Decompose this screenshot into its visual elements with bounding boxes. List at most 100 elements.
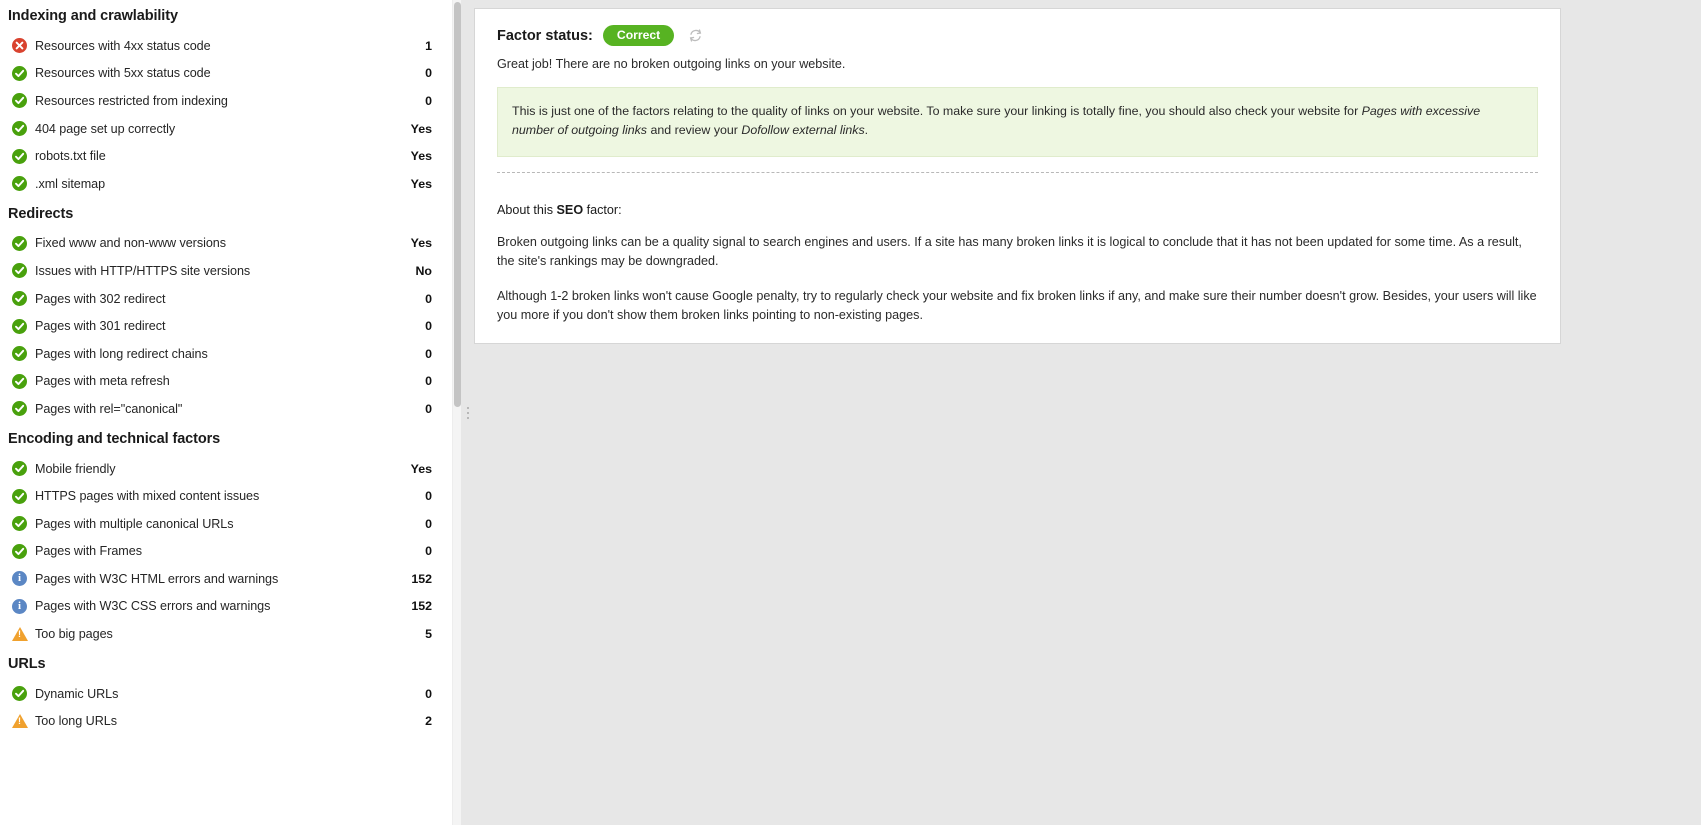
factor-label: Pages with meta refresh	[35, 374, 170, 389]
factor-group: Redirects Fixed www and non-www versions Y…	[0, 198, 452, 423]
factor-group-header: Redirects	[0, 198, 452, 230]
about-title-prefix: About this	[497, 202, 557, 217]
note-link-dofollow-external-links[interactable]: Dofollow external links	[741, 123, 864, 137]
factor-value: 152	[411, 571, 432, 586]
factor-label: Resources restricted from indexing	[35, 93, 228, 108]
factor-label: Pages with W3C HTML errors and warnings	[35, 571, 279, 586]
factor-status-icon	[11, 92, 28, 109]
factor-status-icon	[11, 290, 28, 307]
info-icon	[12, 598, 27, 614]
check-icon	[12, 263, 27, 279]
factor-label: Pages with multiple canonical URLs	[35, 516, 234, 531]
factor-label: Dynamic URLs	[35, 686, 119, 701]
factor-row[interactable]: Pages with W3C CSS errors and warnings 15…	[0, 593, 452, 621]
factor-label: Fixed www and non-www versions	[35, 236, 226, 251]
factor-group-title: Redirects	[8, 205, 74, 222]
factor-note-box: This is just one of the factors relating…	[497, 87, 1538, 157]
factor-row[interactable]: Pages with Frames 0	[0, 538, 452, 566]
factor-status-icon	[11, 148, 28, 165]
factor-group: URLs Dynamic URLs 0 Too long URLs 2	[0, 648, 452, 735]
factor-group-title: Encoding and technical factors	[8, 430, 221, 447]
sidebar-scrollbar-thumb[interactable]	[454, 2, 461, 407]
factor-value: 0	[425, 66, 432, 81]
factor-status-icon	[11, 515, 28, 532]
factor-label: Pages with W3C CSS errors and warnings	[35, 599, 271, 614]
factor-group: Indexing and crawlability Resources with …	[0, 0, 452, 198]
factor-status-icon	[11, 626, 28, 643]
factor-status-icon	[11, 175, 28, 192]
factor-group-title: Indexing and crawlability	[8, 8, 178, 24]
factor-label: .xml sitemap	[35, 176, 106, 191]
panel-splitter[interactable]	[461, 0, 474, 825]
factor-label: Pages with long redirect chains	[35, 346, 208, 361]
factor-group-header: Encoding and technical factors	[0, 423, 452, 455]
about-paragraph-2: Although 1-2 broken links won't cause Go…	[497, 288, 1537, 323]
about-title-suffix: factor:	[583, 202, 622, 217]
factor-detail-card: Factor status: Correct Great job! There …	[474, 8, 1561, 345]
factor-row[interactable]: Too long URLs 2	[0, 707, 452, 735]
note-text-part-1: This is just one of the factors relating…	[512, 104, 1362, 119]
factor-row[interactable]: Resources with 5xx status code 0	[0, 60, 452, 88]
factor-group-title: URLs	[8, 655, 46, 672]
factor-label: Pages with Frames	[35, 544, 142, 559]
factor-label: robots.txt file	[35, 149, 106, 164]
factor-row[interactable]: Pages with long redirect chains 0	[0, 340, 452, 368]
check-icon	[12, 235, 27, 251]
check-icon	[12, 346, 27, 362]
factor-value: 0	[425, 686, 432, 701]
factor-status-icon	[11, 488, 28, 505]
factor-group-header: URLs	[0, 648, 452, 680]
factor-value: Yes	[410, 236, 432, 251]
factor-status-icon	[11, 373, 28, 390]
factor-row[interactable]: Pages with 302 redirect 0	[0, 285, 452, 313]
factor-status-icon	[11, 235, 28, 252]
factor-row[interactable]: Resources with 4xx status code 1	[0, 32, 452, 60]
refresh-icon[interactable]	[688, 28, 703, 43]
factor-value: Yes	[410, 121, 432, 136]
factor-label: Too big pages	[35, 627, 113, 642]
factor-row[interactable]: Pages with rel="canonical" 0	[0, 395, 452, 423]
check-icon	[12, 373, 27, 389]
factor-row[interactable]: Pages with W3C HTML errors and warnings 1…	[0, 565, 452, 593]
factor-row[interactable]: Fixed www and non-www versions Yes	[0, 230, 452, 258]
factor-row[interactable]: Pages with 301 redirect 0	[0, 312, 452, 340]
factor-label: Resources with 5xx status code	[35, 66, 211, 81]
factor-label: Pages with 301 redirect	[35, 319, 166, 334]
factor-row[interactable]: .xml sitemap Yes	[0, 170, 452, 198]
factor-value: 152	[411, 599, 432, 614]
factor-value: 0	[425, 516, 432, 531]
factor-row[interactable]: Pages with meta refresh 0	[0, 368, 452, 396]
note-text-part-2: and review your	[647, 123, 742, 138]
factor-status-icon	[11, 713, 28, 730]
check-icon	[12, 401, 27, 417]
splitter-grip-icon	[466, 406, 469, 419]
check-icon	[12, 148, 27, 164]
factor-row[interactable]: Too big pages 5	[0, 620, 452, 648]
about-paragraph-1: Broken outgoing links can be a quality s…	[497, 234, 1522, 268]
factor-row[interactable]: Issues with HTTP/HTTPS site versions No	[0, 257, 452, 285]
factor-row[interactable]: HTTPS pages with mixed content issues 0	[0, 482, 452, 510]
factor-status-icon	[11, 685, 28, 702]
factor-row[interactable]: Resources restricted from indexing 0	[0, 87, 452, 115]
check-icon	[12, 291, 27, 307]
factor-status-icon	[11, 65, 28, 82]
factor-value: No	[415, 263, 432, 278]
factor-row[interactable]: 404 page set up correctly Yes	[0, 115, 452, 143]
status-badge[interactable]: Correct	[602, 25, 675, 47]
factor-row[interactable]: robots.txt file Yes	[0, 142, 452, 170]
factor-row[interactable]: Dynamic URLs 0	[0, 680, 452, 708]
factor-value: 5	[425, 627, 432, 642]
factor-value: 0	[425, 544, 432, 559]
warning-icon	[11, 627, 28, 642]
check-icon	[12, 461, 27, 477]
factor-label: Resources with 4xx status code	[35, 38, 211, 53]
factor-detail-header: Factor status: Correct Great job! There …	[475, 9, 1560, 187]
factor-label: HTTPS pages with mixed content issues	[35, 489, 260, 504]
sidebar-scrollbar[interactable]	[452, 0, 461, 825]
check-icon	[12, 176, 27, 192]
check-icon	[12, 488, 27, 504]
factor-row[interactable]: Pages with multiple canonical URLs 0	[0, 510, 452, 538]
factor-row[interactable]: Mobile friendly Yes	[0, 455, 452, 483]
factor-value: 0	[425, 291, 432, 306]
check-icon	[12, 318, 27, 334]
